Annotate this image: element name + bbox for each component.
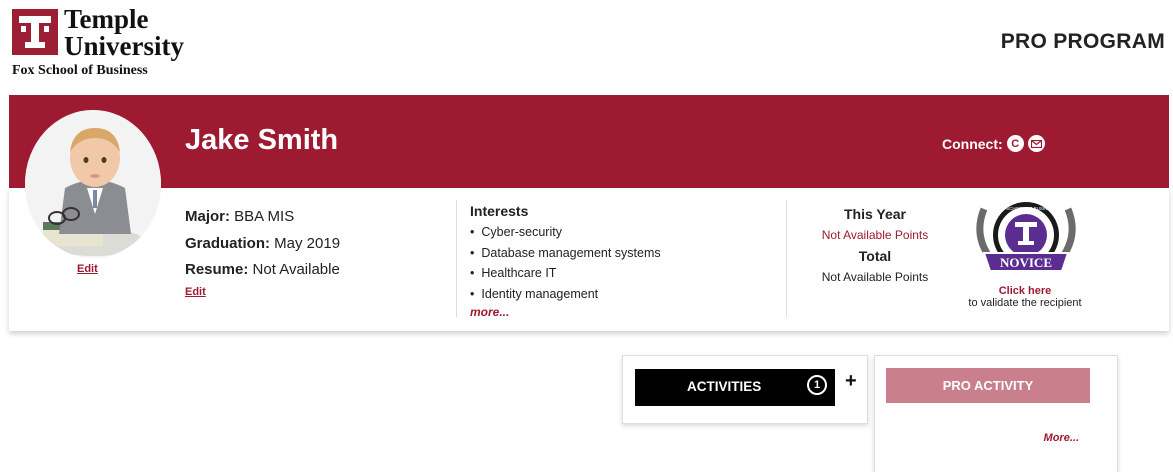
resume-label: Resume: [185, 261, 249, 278]
interests-section: Interests Cyber-security Database manage… [470, 203, 661, 319]
click-here-link[interactable]: Click here [948, 285, 1102, 297]
edit-details-link[interactable]: Edit [185, 286, 206, 298]
pro-activity-card: PRO ACTIVITY More... [874, 355, 1118, 472]
graduation-value: May 2019 [274, 234, 341, 252]
interest-item: Healthcare IT [470, 263, 661, 284]
major-label: Major: [185, 208, 230, 225]
interests-title: Interests [470, 203, 529, 219]
interests-more-link[interactable]: more... [470, 305, 661, 319]
this-year-label: This Year [843, 206, 906, 222]
activities-count-badge: 1 [807, 375, 827, 395]
program-title: PRO PROGRAM [1000, 30, 1165, 53]
edit-avatar-link[interactable]: Edit [77, 263, 98, 275]
activities-card: ACTIVITIES 1 + [622, 355, 868, 424]
email-icon[interactable] [1027, 135, 1045, 152]
logo-line-1: Temple [64, 4, 149, 34]
connect-label: Connect: [942, 135, 1003, 152]
major-row: Major: BBA MIS [185, 204, 340, 231]
divider [786, 200, 787, 317]
total-label: Total [858, 248, 892, 264]
badge-ring-text: FOX SCHOOL OF BUSINESS [996, 206, 1057, 211]
total-value: Not Available Points [821, 270, 929, 284]
points-section: This Year Not Available Points Total Not… [800, 204, 950, 288]
temple-t-icon [12, 9, 58, 55]
validate-text: to validate the recipient [968, 297, 1082, 309]
logo-line-3: Fox School of Business [12, 63, 148, 78]
badge-level-text: NOVICE [1000, 255, 1052, 270]
interests-list: Cyber-security Database management syste… [470, 222, 661, 305]
interest-item: Identity management [470, 284, 661, 305]
major-value: BBA MIS [234, 208, 295, 225]
interest-item: Cyber-security [470, 222, 661, 243]
logo-line-2: University [64, 31, 184, 61]
graduation-row: Graduation: May 2019 [185, 231, 340, 258]
graduation-label: Graduation: [185, 234, 270, 252]
temple-logo[interactable]: Temple University Fox School of Business [10, 4, 210, 79]
resume-row: Resume: Not Available [185, 257, 340, 284]
activities-label: ACTIVITIES [687, 379, 762, 394]
divider [456, 200, 457, 317]
novice-badge-icon[interactable]: NOVICE FOX SCHOOL OF BUSINESS [970, 195, 1082, 281]
pro-activity-more-link[interactable]: More... [1044, 432, 1079, 444]
resume-value: Not Available [252, 261, 340, 278]
avatar [25, 110, 161, 258]
profile-details: Major: BBA MIS Graduation: May 2019 Resu… [185, 204, 340, 284]
activities-button[interactable]: ACTIVITIES 1 [635, 369, 835, 406]
pro-activity-button[interactable]: PRO ACTIVITY [886, 368, 1090, 403]
connect-bar: Connect: C [942, 135, 1045, 152]
interest-item: Database management systems [470, 243, 660, 264]
c-icon[interactable]: C [1006, 135, 1024, 152]
this-year-value: Not Available Points [821, 228, 929, 242]
badge-validate: Click here to validate the recipient [948, 285, 1102, 309]
add-activity-button[interactable]: + [845, 370, 857, 393]
profile-name: Jake Smith [185, 124, 339, 156]
